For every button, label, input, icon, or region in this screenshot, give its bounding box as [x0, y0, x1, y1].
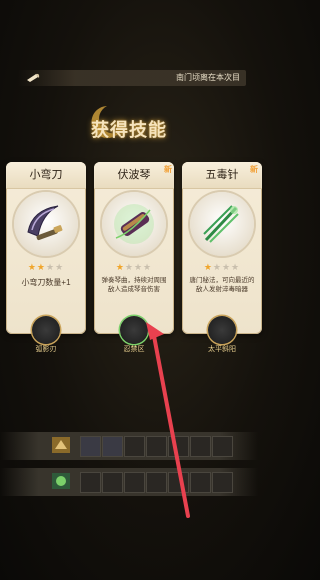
weapon-slot[interactable] — [212, 436, 233, 457]
card-title: 伏波琴 — [94, 162, 174, 189]
skill-card-1[interactable]: 小弯刀 ★★★★ 小弯刀数量+1 — [6, 162, 86, 334]
skill-badge-icon — [208, 316, 236, 344]
passive-category-icon — [52, 473, 70, 489]
passive-slot[interactable] — [102, 472, 123, 493]
skill-art-circle — [190, 192, 254, 256]
star-rating: ★★★★ — [203, 262, 241, 272]
zither-icon — [114, 204, 154, 244]
skill-badge-icon — [120, 316, 148, 344]
new-badge: 新 — [164, 165, 172, 174]
weapon-slot[interactable] — [190, 436, 211, 457]
weapon-slot[interactable] — [80, 436, 101, 457]
skill-card-2[interactable]: 伏波琴 ★★★★ 弹奏琴曲，持续对周围敌人造成琴音伤害 — [94, 162, 174, 334]
new-badge: 新 — [250, 165, 258, 174]
passive-slot[interactable] — [190, 472, 211, 493]
card-description: 弹奏琴曲，持续对周围敌人造成琴音伤害 — [101, 277, 167, 293]
skill-art-circle — [14, 192, 78, 256]
weapon-category-icon — [52, 437, 70, 453]
poison-needles-icon — [203, 205, 239, 243]
announcement-bar: 南门顷离在本次目 — [18, 70, 246, 86]
passive-slot[interactable] — [124, 472, 145, 493]
weapon-slot[interactable] — [102, 436, 123, 457]
skill-badge-label: 太平斜阳 — [208, 346, 236, 353]
weapon-slot[interactable] — [124, 436, 145, 457]
horn-icon — [27, 73, 40, 82]
title-area: 获得技能 — [0, 96, 258, 156]
card-description: 唐门秘法，可向最近的敌人发射淬毒暗器 — [189, 277, 255, 293]
announcement-text: 南门顷离在本次目 — [176, 73, 240, 82]
skill-badge-icon — [32, 316, 60, 344]
skill-card-3[interactable]: 五毒针 ★★★★ 唐门秘法，可向最近的敌人发射淬毒暗器 — [182, 162, 262, 334]
passive-slot[interactable] — [168, 472, 189, 493]
passive-slot-bar — [0, 468, 258, 496]
passive-slot[interactable] — [146, 472, 167, 493]
star-rating: ★★★★ — [115, 262, 153, 272]
passive-slot[interactable] — [212, 472, 233, 493]
weapon-slot[interactable] — [168, 436, 189, 457]
skill-badge-label: 弧影刃 — [35, 346, 57, 353]
page-title: 获得技能 — [91, 120, 167, 141]
passive-slot[interactable] — [80, 472, 101, 493]
card-description: 小弯刀数量+1 — [21, 278, 71, 287]
star-rating: ★★★★ — [27, 262, 65, 272]
card-title: 小弯刀 — [6, 162, 86, 189]
skill-art-circle — [102, 192, 166, 256]
curved-blade-icon — [27, 205, 63, 241]
weapon-slot[interactable] — [146, 436, 167, 457]
weapon-slot-bar — [0, 432, 258, 460]
skill-badge-label: 忍禁区 — [123, 346, 145, 353]
